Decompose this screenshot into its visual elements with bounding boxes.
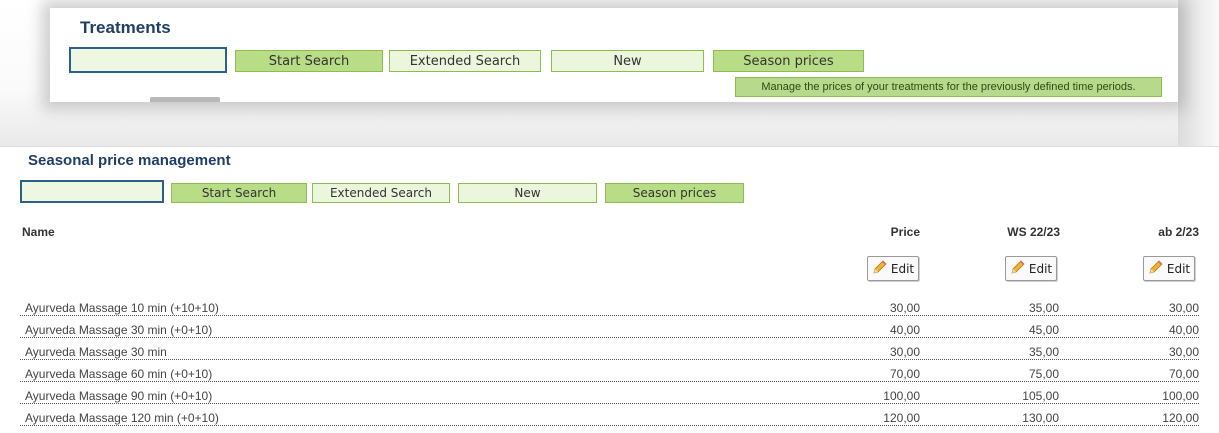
search-input[interactable] [69,47,227,73]
ab-2-23-value: 120,00 [1162,411,1199,425]
column-header-name: Name [22,225,55,239]
ws-22-23-value: 35,00 [1028,301,1059,315]
season-prices-button[interactable]: Season prices [605,183,744,203]
tab-indicator [150,97,220,102]
price-value: 100,00 [883,389,920,403]
season-prices-tooltip: Manage the prices of your treatments for… [735,77,1162,97]
new-button[interactable]: New [458,183,597,203]
column-header-ab-2-23: ab 2/23 [1158,225,1199,239]
extended-search-label: Extended Search [409,53,521,69]
pencil-icon [1148,259,1164,278]
ab-2-23-value: 100,00 [1162,389,1199,403]
table-row[interactable]: Ayurveda Massage 60 min (+0+10) 70,00 75… [20,364,1199,382]
extended-search-button[interactable]: Extended Search [312,183,450,203]
table-row[interactable]: Ayurveda Massage 30 min (+0+10) 40,00 45… [20,320,1199,338]
edit-price-button[interactable]: Edit [867,256,919,281]
pencil-icon [872,259,888,278]
start-search-label: Start Search [201,186,277,200]
edit-label: Edit [1028,261,1053,276]
page-title: Treatments [80,18,171,37]
ab-2-23-value: 70,00 [1168,367,1199,381]
price-value: 30,00 [889,301,920,315]
treatment-name: Ayurveda Massage 90 min (+0+10) [25,389,213,403]
top-shadow [1178,0,1219,150]
start-search-label: Start Search [268,53,350,69]
new-label: New [514,186,541,200]
ws-22-23-value: 75,00 [1028,367,1059,381]
column-header-ws-22-23: WS 22/23 [1007,225,1060,239]
ws-22-23-value: 130,00 [1022,411,1059,425]
edit-label: Edit [1166,261,1191,276]
ab-2-23-value: 40,00 [1168,323,1199,337]
ws-22-23-value: 105,00 [1022,389,1059,403]
extended-search-label: Extended Search [329,186,433,200]
treatment-name: Ayurveda Massage 30 min (+0+10) [25,323,213,337]
ab-2-23-value: 30,00 [1168,345,1199,359]
treatment-name: Ayurveda Massage 30 min [25,345,167,359]
pencil-icon [1010,259,1026,278]
price-value: 40,00 [889,323,920,337]
ws-22-23-value: 35,00 [1028,345,1059,359]
start-search-button[interactable]: Start Search [171,183,307,203]
treatment-name: Ayurveda Massage 120 min (+0+10) [25,411,219,425]
ws-22-23-value: 45,00 [1028,323,1059,337]
table-row[interactable]: Ayurveda Massage 120 min (+0+10) 120,00 … [20,408,1199,426]
table-row[interactable]: Ayurveda Massage 10 min (+10+10) 30,00 3… [20,298,1199,316]
table-row[interactable]: Ayurveda Massage 30 min 30,00 35,00 30,0… [20,342,1199,360]
edit-ws-22-23-button[interactable]: Edit [1005,256,1057,281]
season-prices-button[interactable]: Season prices [713,50,864,72]
search-input[interactable] [20,180,164,203]
section-title: Seasonal price management [28,152,231,169]
season-prices-label: Season prices [632,186,717,200]
edit-ab-2-23-button[interactable]: Edit [1143,256,1195,281]
column-header-price: Price [890,225,920,239]
new-label: New [613,53,642,69]
table-row[interactable]: Ayurveda Massage 90 min (+0+10) 100,00 1… [20,386,1199,404]
season-prices-label: Season prices [743,53,834,69]
treatment-name: Ayurveda Massage 10 min (+10+10) [25,301,219,315]
price-value: 70,00 [889,367,920,381]
price-value: 120,00 [883,411,920,425]
edit-label: Edit [890,261,915,276]
price-value: 30,00 [889,345,920,359]
ab-2-23-value: 30,00 [1168,301,1199,315]
start-search-button[interactable]: Start Search [235,50,383,72]
extended-search-button[interactable]: Extended Search [389,50,541,72]
treatment-name: Ayurveda Massage 60 min (+0+10) [25,367,213,381]
new-button[interactable]: New [551,50,704,72]
